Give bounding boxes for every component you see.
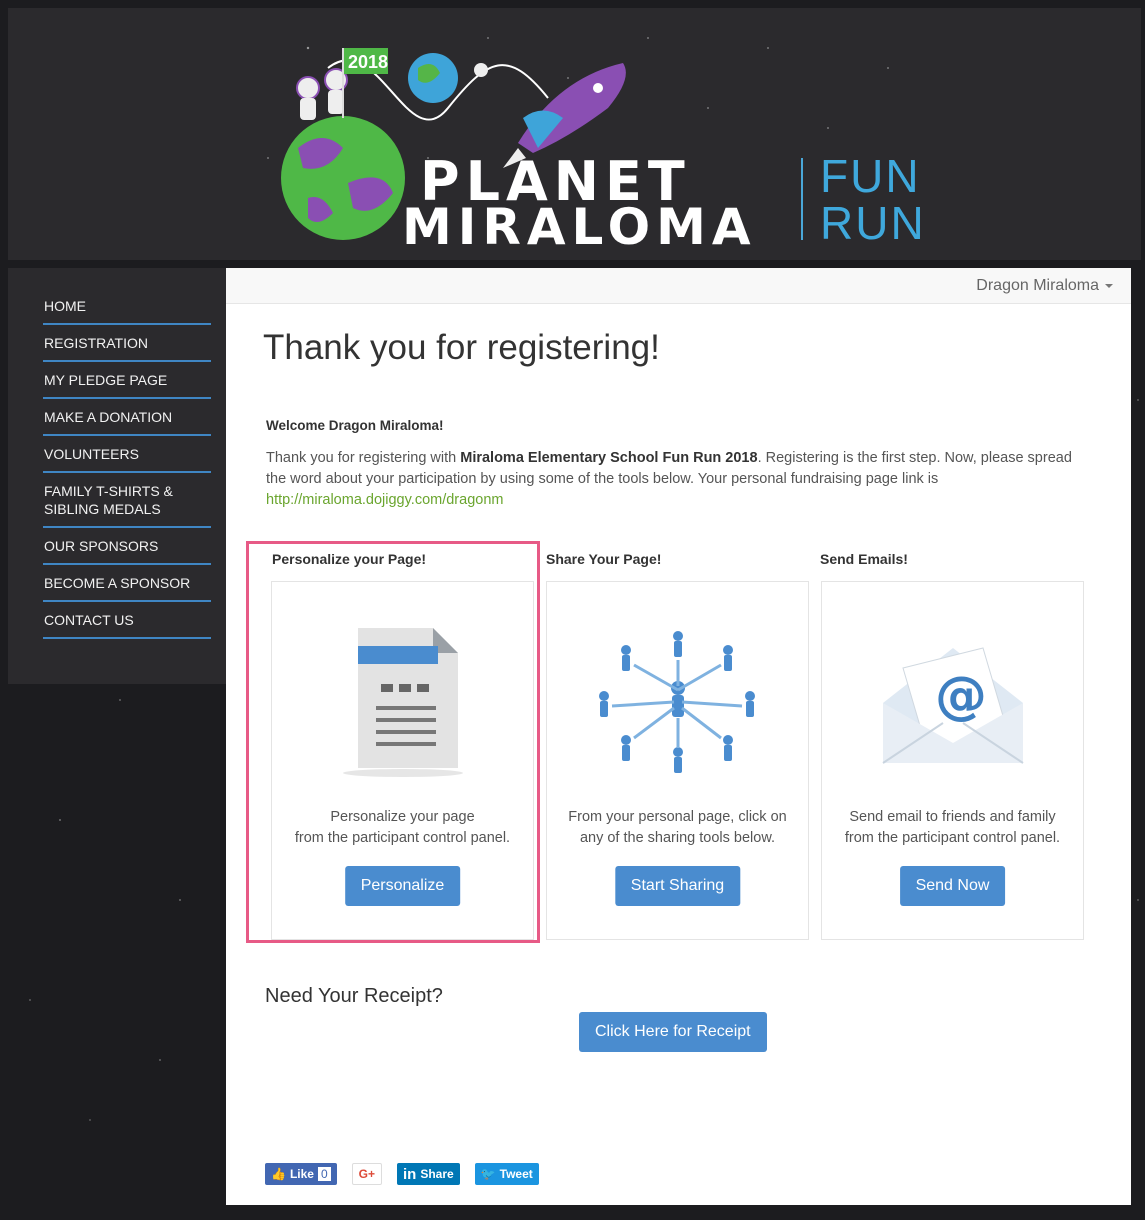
card-text-share: From your personal page, click on any of…: [547, 807, 808, 849]
google-plus-button[interactable]: G+: [351, 1163, 382, 1185]
linkedin-share-button[interactable]: in Share: [397, 1163, 460, 1185]
network-people-icon: [598, 631, 755, 773]
social-share-bar: 👍 Like 0 G+ in Share 🐦 Tweet: [265, 1163, 539, 1185]
linkedin-label: Share: [420, 1167, 454, 1181]
intro-event-name: Miraloma Elementary School Fun Run 2018: [460, 450, 758, 466]
like-label: Like: [289, 1167, 314, 1181]
logo-run-text: RUN: [820, 197, 926, 249]
start-sharing-button[interactable]: Start Sharing: [614, 866, 741, 906]
page-title: Thank you for registering!: [263, 328, 660, 367]
card-text-line: Send email to friends and family: [849, 809, 1056, 825]
user-name: Dragon Miraloma: [976, 277, 1099, 294]
user-menu-dropdown[interactable]: Dragon Miraloma: [976, 277, 1113, 295]
fundraising-page-link[interactable]: http://miraloma.dojiggy.com/dragonm: [266, 492, 503, 508]
welcome-heading: Welcome Dragon Miraloma!: [266, 418, 444, 433]
gplus-label: G+: [358, 1167, 375, 1181]
nav-item-family-tshirts[interactable]: FAMILY T-SHIRTS & SIBLING MEDALS: [43, 473, 211, 528]
card-emails: @ Send email to friends and family from …: [821, 581, 1084, 940]
nav-item-home[interactable]: HOME: [43, 288, 211, 325]
nav-item-make-a-donation[interactable]: MAKE A DONATION: [43, 399, 211, 436]
card-personalize: Personalize your page from the participa…: [271, 581, 534, 940]
caret-down-icon: [1105, 283, 1113, 288]
card-title-emails: Send Emails!: [820, 551, 908, 567]
document-icon: [342, 628, 463, 777]
card-text-line: from the participant control panel.: [294, 830, 511, 846]
nav-item-become-a-sponsor[interactable]: BECOME A SPONSOR: [43, 565, 211, 602]
card-text-line: from the participant control panel.: [844, 830, 1061, 846]
svg-text:@: @: [935, 666, 987, 726]
card-text-line: any of the sharing tools below.: [579, 830, 776, 846]
receipt-button[interactable]: Click Here for Receipt: [579, 1012, 767, 1052]
site-header: 2018 PLANET MIRALOMA FUN RUN: [8, 8, 1141, 260]
card-text-line: From your personal page, click on: [568, 809, 787, 825]
twitter-bird-icon: 🐦: [480, 1167, 496, 1181]
logo-miraloma-text: MIRALOMA: [402, 198, 757, 256]
logo-divider: [801, 158, 803, 240]
card-title-personalize: Personalize your Page!: [272, 551, 427, 567]
logo-fun-text: FUN: [820, 150, 921, 202]
nav-item-my-pledge-page[interactable]: MY PLEDGE PAGE: [43, 362, 211, 399]
card-title-share: Share Your Page!: [546, 551, 662, 567]
intro-text-1: Thank you for registering with: [266, 450, 461, 466]
main-panel: Dragon Miraloma Thank you for registerin…: [226, 268, 1131, 1205]
card-text-personalize: Personalize your page from the participa…: [272, 807, 533, 849]
personalize-button[interactable]: Personalize: [344, 866, 461, 906]
sidebar-nav: HOME REGISTRATION MY PLEDGE PAGE MAKE A …: [8, 268, 226, 684]
top-bar: Dragon Miraloma: [226, 268, 1131, 304]
nav-item-volunteers[interactable]: VOLUNTEERS: [43, 436, 211, 473]
card-share: From your personal page, click on any of…: [546, 581, 809, 940]
card-text-line: Personalize your page: [330, 809, 475, 825]
nav-item-registration[interactable]: REGISTRATION: [43, 325, 211, 362]
facebook-like-button[interactable]: 👍 Like 0: [265, 1163, 337, 1185]
email-envelope-icon: @: [881, 647, 1024, 764]
nav-item-our-sponsors[interactable]: OUR SPONSORS: [43, 528, 211, 565]
nav-list: HOME REGISTRATION MY PLEDGE PAGE MAKE A …: [43, 288, 211, 639]
receipt-heading: Need Your Receipt?: [265, 985, 443, 1007]
send-now-button[interactable]: Send Now: [899, 866, 1006, 906]
like-count: 0: [317, 1167, 331, 1181]
nav-item-contact-us[interactable]: CONTACT US: [43, 602, 211, 639]
intro-paragraph: Thank you for registering with Miraloma …: [266, 448, 1086, 511]
card-text-emails: Send email to friends and family from th…: [822, 807, 1083, 849]
logo-year-text: 2018: [348, 52, 388, 72]
linkedin-icon: in: [403, 1165, 417, 1183]
tweet-label: Tweet: [499, 1167, 533, 1181]
thumbs-up-icon: 👍: [271, 1167, 286, 1181]
tweet-button[interactable]: 🐦 Tweet: [474, 1163, 539, 1185]
